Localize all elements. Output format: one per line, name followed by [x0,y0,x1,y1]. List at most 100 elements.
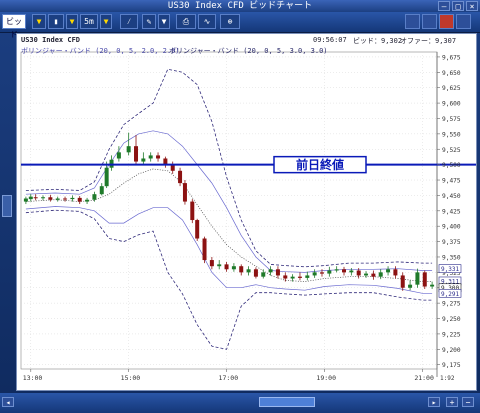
minimize-button[interactable]: – [438,1,450,11]
candle-body [371,273,376,277]
candle-body [156,155,161,159]
candle-body [195,220,200,239]
bollinger-bands [25,68,433,350]
offer-readout: オファー：9,307 [400,37,457,45]
zoom-out-icon[interactable]: − [462,397,474,407]
candle-body [202,238,207,261]
close-button[interactable]: × [466,1,478,11]
candle-body [70,197,75,200]
candle-body [349,270,354,273]
chart-symbol: US30 Index CFD [21,36,81,44]
x-tick-label: 17:00 [219,374,239,382]
candle-body [261,272,266,277]
price-tag-label: 9,331 [441,266,459,273]
maximize-button[interactable]: □ [452,1,464,11]
bb1-legend: ボリンジャー・バンド (20, 0, 5, 2.0, 2.0) [21,47,180,55]
candle-body [408,284,413,288]
candle-body [33,197,38,199]
candle-body [217,264,222,267]
candle-body [253,269,258,277]
x-axis: 13:00 15:00 17:00 19:00 21:00 1:92 [23,369,455,382]
help-icon[interactable] [456,14,471,29]
x-tick-label: 21:00 [414,374,434,382]
y-tick-label: 9,375 [442,239,461,246]
prev-close-label: 前日終値 [296,157,344,172]
y-tick-label: 9,425 [442,208,461,215]
price-type-select[interactable]: ビッド [2,14,26,39]
print-icon[interactable]: ⎙ [176,14,196,29]
candle-body [430,284,435,287]
candle-body [275,269,280,276]
price-tag-label: 9,291 [441,291,459,298]
y-tick-label: 9,625 [442,85,461,92]
chevron-down-icon[interactable]: ▼ [32,14,46,29]
candle-body [319,272,324,274]
candle-body [268,269,273,273]
x-tick-label: 15:00 [121,374,141,382]
candle-body [209,260,214,267]
bb3-lower [25,209,433,350]
zoom-in-icon[interactable]: ⊕ [220,14,240,29]
chevron-down-icon[interactable]: ▼ [158,14,170,29]
zoom-in-icon[interactable]: + [446,397,458,407]
candle-body [85,199,90,202]
settings-icon[interactable] [422,14,437,29]
chart-area[interactable]: 前日終値 9,1759,2009,2259,2509,2759,3009,325… [16,33,477,391]
plot-frame [20,51,438,370]
y-tick-label: 9,450 [442,193,461,200]
candle-body [312,272,317,276]
side-panel-handle[interactable] [2,195,12,217]
scroll-left-icon[interactable]: ◂ [2,397,14,407]
y-tick-label: 9,175 [442,362,461,369]
scroll-right-icon[interactable]: ▸ [428,397,440,407]
window-title: US30 Index CFD ビッドチャート [167,1,313,11]
candle-body [23,198,28,202]
candle-body [283,275,288,279]
candle-body [178,170,183,184]
pin-icon[interactable]: ✎ [142,14,156,29]
y-tick-label: 9,525 [442,147,461,154]
candle-body [239,266,244,273]
indicator-icon[interactable]: ∿ [198,14,216,29]
period-select[interactable]: 5m [80,14,98,29]
candle-body [378,272,383,277]
y-tick-label: 9,575 [442,116,461,123]
scroll-thumb[interactable] [259,397,315,407]
candle-body [77,197,82,202]
y-tick-label: 9,475 [442,178,461,185]
chevron-down-icon[interactable]: ▼ [100,14,112,29]
candle-body [63,198,68,200]
y-axis: 9,1759,2009,2259,2509,2759,3009,3259,350… [437,54,462,369]
layout-icon[interactable] [405,14,420,29]
chevron-down-icon[interactable]: ▼ [66,14,78,29]
candle-body [190,201,195,221]
candle-body [342,269,347,273]
candle-body [356,270,361,276]
horizontal-scrollbar[interactable]: ◂ ▸ + − [0,393,480,413]
candle-body [231,266,236,270]
chart-time: 09:56:07 [313,36,347,44]
candle-body [297,276,302,278]
candle-body [99,186,104,195]
candle-body [364,273,369,276]
candle-body [55,198,60,200]
candlestick-chart[interactable]: 前日終値 9,1759,2009,2259,2509,2759,3009,325… [17,34,476,390]
alert-icon[interactable] [439,14,454,29]
candle-body [422,272,427,287]
y-tick-label: 9,650 [442,70,461,77]
grid [20,51,438,377]
x-tick-label: 13:00 [23,374,43,382]
chart-window: US30 Index CFD ビッドチャート – □ × ビッド ▼ ▮ ▼ 5… [0,0,480,413]
y-tick-label: 9,550 [442,131,461,138]
corner-label: 1:92 [440,375,455,382]
draw-line-icon[interactable]: ⁄ [120,14,138,29]
title-bar[interactable]: US30 Index CFD ビッドチャート – □ × [0,0,480,12]
bb2-lower [25,206,433,294]
candle-body [141,158,146,162]
y-tick-label: 9,200 [442,347,461,354]
candle-body [104,167,109,187]
candle-body [290,276,295,279]
chart-type-candle-icon[interactable]: ▮ [48,14,64,29]
y-tick-label: 9,500 [442,162,461,169]
x-tick-label: 19:00 [316,374,336,382]
